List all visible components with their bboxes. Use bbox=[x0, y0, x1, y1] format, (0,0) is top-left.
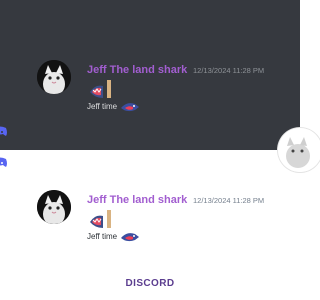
shark-mouth-emoji-icon bbox=[89, 208, 113, 230]
discord-logo-icon[interactable] bbox=[0, 125, 12, 137]
cat-avatar-icon[interactable] bbox=[278, 128, 320, 172]
cat-avatar-icon[interactable] bbox=[37, 190, 71, 224]
timestamp: 12/13/2024 11:28 PM bbox=[193, 66, 265, 75]
brand-logo: DISCORD bbox=[125, 278, 175, 289]
message-text-label: Jeff time bbox=[87, 232, 118, 242]
message-text-label: Jeff time bbox=[87, 102, 118, 112]
message-text: Jeff time bbox=[87, 101, 140, 113]
message-dark: Jeff The land shark 12/13/2024 11:28 PM … bbox=[37, 60, 300, 140]
shark-emoji-icon bbox=[121, 231, 140, 243]
message-text: Jeff time bbox=[87, 231, 140, 243]
shark-mouth-emoji-icon bbox=[89, 78, 113, 100]
discord-logo-icon[interactable] bbox=[0, 156, 12, 168]
timestamp: 12/13/2024 11:28 PM bbox=[193, 196, 265, 205]
username[interactable]: Jeff The land shark bbox=[87, 194, 187, 206]
message-light: Jeff The land shark 12/13/2024 11:28 PM … bbox=[37, 190, 300, 270]
shark-emoji-icon bbox=[121, 101, 140, 113]
username[interactable]: Jeff The land shark bbox=[87, 64, 187, 76]
cat-avatar-icon[interactable] bbox=[37, 60, 71, 94]
